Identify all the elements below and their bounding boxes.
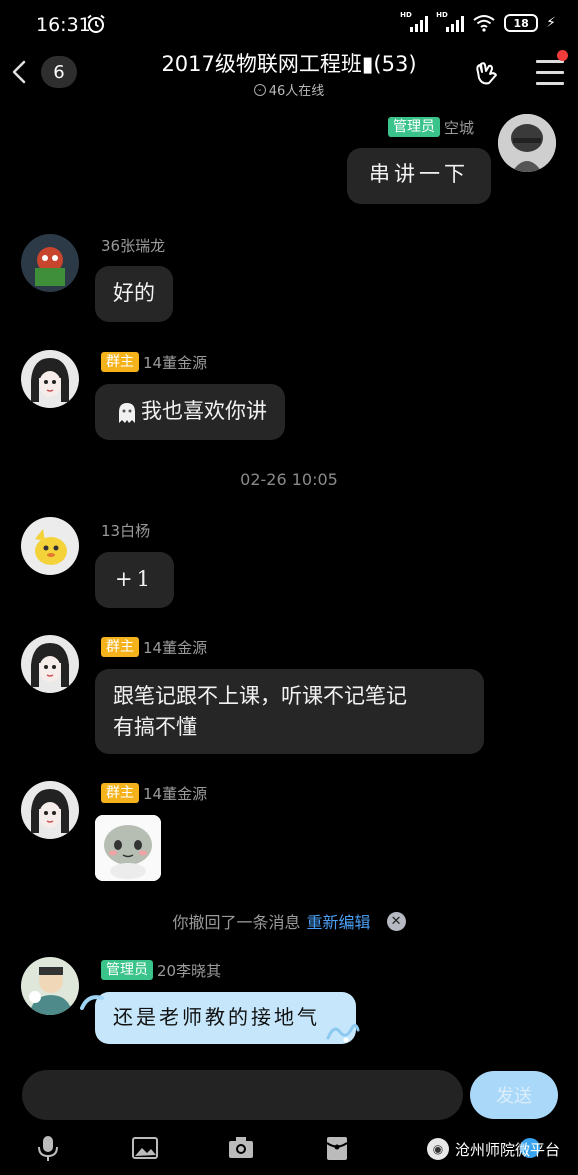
message-text-line: 有搞不懂 <box>113 715 197 739</box>
alarm-clock-icon <box>87 14 105 33</box>
message-text-line: 跟笔记跟不上课，听课不记笔记 <box>113 684 407 708</box>
sender-name: 20李晓其 <box>157 961 222 980</box>
owner-badge: 群主 <box>101 637 139 657</box>
message-text: 我也喜欢你讲 <box>141 399 267 423</box>
wave-decoration-icon <box>326 1023 360 1043</box>
battery-icon: 18 <box>504 14 539 32</box>
message-input[interactable] <box>22 1070 463 1120</box>
message-bubble[interactable]: +1 <box>95 552 174 608</box>
notification-dot <box>557 50 568 61</box>
red-packet-icon[interactable] <box>323 1134 351 1162</box>
chevron-down-icon: ⌄ <box>253 83 266 96</box>
message-meta: 群主 14董金源 <box>101 782 207 804</box>
message-bubble[interactable]: 串讲一下 <box>347 148 491 204</box>
re-edit-link[interactable]: 重新编辑 <box>307 909 371 933</box>
avatar[interactable] <box>21 517 79 575</box>
menu-icon[interactable] <box>536 50 568 85</box>
sender-name: 14董金源 <box>143 353 208 372</box>
image-icon[interactable] <box>131 1134 159 1162</box>
camera-icon[interactable] <box>227 1134 255 1162</box>
recall-notice: 你撤回了一条消息 重新编辑 ✕ <box>0 909 578 933</box>
owner-badge: 群主 <box>101 352 139 372</box>
avatar[interactable] <box>21 350 79 408</box>
admin-badge: 管理员 <box>387 117 440 137</box>
charging-icon: ⚡ <box>546 15 556 31</box>
message-meta: 13白杨 <box>101 519 150 541</box>
avatar[interactable] <box>21 781 79 839</box>
sender-name: 36张瑞龙 <box>101 236 166 255</box>
avatar[interactable] <box>21 234 79 292</box>
message-bubble[interactable]: 好的 <box>95 266 173 322</box>
status-indicators: HD HD 18 ⚡ <box>400 11 556 32</box>
recall-text: 你撤回了一条消息 <box>172 913 301 932</box>
watermark: ◉ 沧州师院微平台 <box>426 1138 560 1160</box>
message-bubble[interactable]: 我也喜欢你讲 <box>95 384 285 440</box>
hand-gesture-icon[interactable] <box>472 58 502 88</box>
send-button[interactable]: 发送 <box>470 1071 558 1119</box>
wechat-icon: ◉ <box>426 1138 449 1160</box>
bubble-decoration-icon <box>80 995 104 1010</box>
message-bubble[interactable]: 还是老师教的接地气 <box>95 992 356 1044</box>
chat-header: 6 2017级物联网工程班▮(53) ⌄ 46人在线 <box>0 42 578 104</box>
watermark-text: 沧州师院微平台 <box>454 1140 560 1159</box>
online-count: 46人在线 <box>268 84 325 99</box>
sticker-image[interactable] <box>95 815 161 881</box>
close-icon[interactable]: ✕ <box>386 911 406 931</box>
message-meta: 管理员 20李晓其 <box>101 959 221 981</box>
avatar[interactable] <box>21 957 79 1015</box>
admin-badge: 管理员 <box>101 960 153 980</box>
message-meta: 36张瑞龙 <box>101 234 165 256</box>
signal-icon: HD <box>436 11 465 32</box>
avatar[interactable] <box>21 635 79 693</box>
avatar[interactable] <box>498 114 556 172</box>
owner-badge: 群主 <box>101 783 139 803</box>
message-bubble[interactable]: 跟笔记跟不上课，听课不记笔记 有搞不懂 <box>95 669 484 754</box>
sender-name: 14董金源 <box>143 784 208 803</box>
ghost-emoji-icon <box>119 403 135 423</box>
message-meta: 群主 14董金源 <box>101 636 207 658</box>
wifi-icon <box>473 15 495 32</box>
sender-name: 13白杨 <box>101 521 151 540</box>
timestamp: 02-26 10:05 <box>240 470 338 489</box>
status-time: 16:31 <box>36 14 91 36</box>
message-meta: 管理员 空城 <box>387 116 474 138</box>
sender-name: 空城 <box>443 118 474 137</box>
message-meta: 群主 14董金源 <box>101 351 207 373</box>
sender-name: 14董金源 <box>143 638 208 657</box>
microphone-icon[interactable] <box>34 1134 62 1162</box>
signal-icon: HD <box>400 11 429 32</box>
